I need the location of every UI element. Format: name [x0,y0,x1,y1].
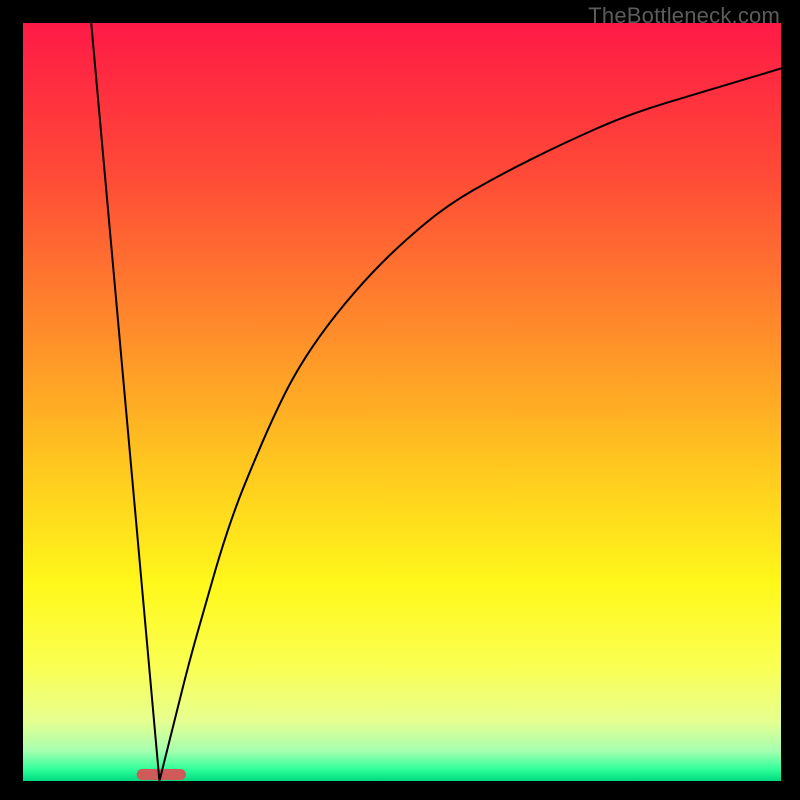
chart-canvas [23,23,781,781]
gradient-background [23,23,781,781]
watermark-text: TheBottleneck.com [588,3,780,29]
plot-area [23,23,781,781]
chart-frame: TheBottleneck.com [0,0,800,800]
